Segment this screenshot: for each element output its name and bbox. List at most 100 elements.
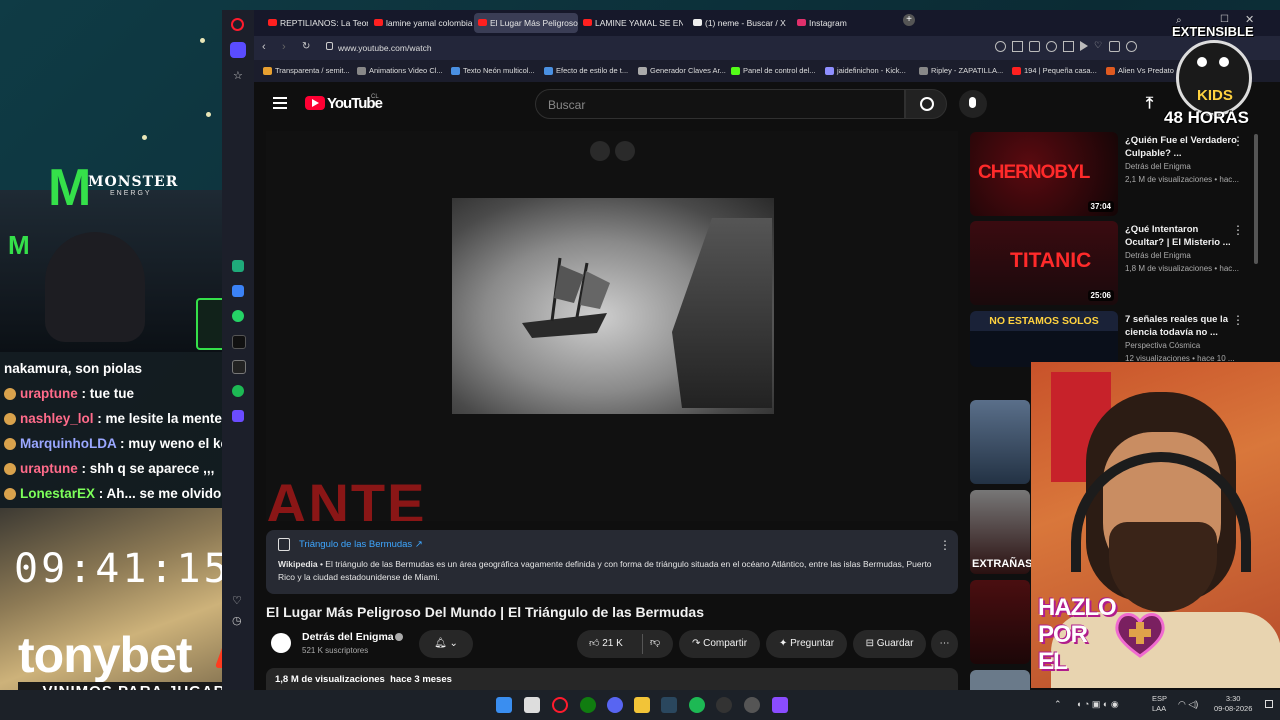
bookmark-item[interactable]: Animations Video Cl... [357,63,443,79]
zoom-icon[interactable] [995,41,1006,52]
video-thumbnail[interactable]: CHERNOBYL 37:04 [970,132,1118,216]
bookmark-item[interactable]: Texto Neón multicol... [451,63,535,79]
language-indicator[interactable]: ESP LAA [1152,694,1167,714]
more-options-icon[interactable]: ⋮ [1232,313,1244,327]
scrollbar[interactable] [1254,134,1258,264]
recommended-video[interactable]: CHERNOBYL 37:04 ¿Quién Fue el Verdadero … [970,132,1250,216]
bookmark-item[interactable]: Generador Claves Ar... [638,63,726,79]
tab-lamine-yamal[interactable]: lamine yamal colombia - [370,13,474,33]
video-thumbnail[interactable] [970,400,1030,484]
miniplayer-icon[interactable] [590,141,610,161]
obs-icon[interactable] [716,697,732,713]
file-explorer-icon[interactable] [634,697,650,713]
recommended-title[interactable]: ¿Qué Intentaron Ocultar? | El Misterio .… [1125,223,1240,249]
new-tab-icon[interactable]: + [903,14,915,26]
x-icon[interactable] [232,360,246,374]
recommended-channel[interactable]: Detrás del Enigma [1125,162,1191,171]
video-thumbnail[interactable]: EXTRAÑAS D [970,490,1044,574]
recommended-channel[interactable]: Perspectiva Cósmica [1125,341,1200,350]
bookmark-item[interactable]: Ripley - ZAPATILLA... [919,63,1003,79]
bookmark-item[interactable]: Efecto de estilo de t... [544,63,628,79]
menu-icon[interactable] [273,97,287,109]
player-icon[interactable] [232,410,244,422]
history-icon[interactable]: ◷ [232,614,242,627]
info-source[interactable]: Wikipedia [278,559,318,569]
whatsapp-icon[interactable] [232,310,244,322]
tab-reptilianos[interactable]: REPTILIANOS: La Teoría C [264,13,368,33]
tab-el-lugar[interactable]: El Lugar Más Peligroso De [474,13,578,33]
recommended-title[interactable]: ¿Quién Fue el Verdadero Culpable? ... [1125,134,1240,160]
bookmark-item[interactable]: Transparenta / semit... [263,63,350,79]
upload-icon[interactable]: ⤒ [1146,95,1153,113]
bookmark-item[interactable]: Panel de control del... [731,63,816,79]
autoplay-icon[interactable] [615,141,635,161]
channel-name[interactable]: Detrás del Enigma [302,631,394,643]
app-icon[interactable] [772,697,788,713]
search-button[interactable] [905,89,947,119]
play-icon[interactable] [1080,41,1088,51]
spotify-icon[interactable] [232,385,244,397]
extensions-icon[interactable] [1063,41,1074,52]
heart-outline-icon[interactable]: ♡ [1094,41,1103,50]
settings-gear-icon[interactable] [744,697,760,713]
opera-logo-icon[interactable] [231,18,244,31]
system-clock[interactable]: 3:30 09-08-2026 [1214,694,1252,714]
recommended-channel[interactable]: Detrás del Enigma [1125,251,1191,260]
star-icon[interactable]: ☆ [233,69,243,82]
steam-icon[interactable] [661,697,677,713]
discord-icon[interactable] [607,697,623,713]
home-icon[interactable] [230,42,246,58]
recommended-title[interactable]: 7 señales reales que la ciencia todavía … [1125,313,1240,339]
tiktok-icon[interactable] [232,335,246,349]
tray-chevron-icon[interactable]: ⌃ [1054,699,1062,710]
tab-x-search[interactable]: (1) neme - Buscar / X [689,13,793,33]
video-player[interactable]: ANTE [266,131,958,521]
start-menu-icon[interactable] [496,697,512,713]
profile-icon[interactable] [1126,41,1137,52]
more-actions-button[interactable]: ⋯ [931,630,958,658]
youtube-logo-icon[interactable] [305,96,325,110]
spotify-taskbar-icon[interactable] [689,697,705,713]
snapshot-icon[interactable] [1012,41,1023,52]
camera-icon[interactable] [1029,41,1040,52]
notifications-icon[interactable] [1265,700,1273,708]
recommended-video[interactable]: TITANIC 25:06 ¿Qué Intentaron Ocultar? |… [970,221,1250,305]
reload-icon[interactable]: ↻ [302,41,310,52]
bookmark-item[interactable]: jaidefinichon - Kick... [825,63,906,79]
recommended-video[interactable]: NO ESTAMOS SOLOS 7 señales reales que la… [970,311,1250,367]
wifi-volume-icons[interactable]: ◠ ◁) [1178,699,1198,710]
tray-icons[interactable]: ◖ ◔ ▣ ◐ ◉ [1076,699,1119,710]
video-thumbnail[interactable] [970,670,1030,690]
description-box[interactable]: 1,8 M de visualizaciones hace 3 meses [266,668,958,690]
video-thumbnail[interactable]: TITANIC 25:06 [970,221,1118,305]
back-icon[interactable]: ‹ [262,41,266,53]
opera-taskbar-icon[interactable] [552,697,568,713]
video-thumbnail[interactable]: NO ESTAMOS SOLOS [970,311,1118,367]
more-options-icon[interactable]: ⋮ [1232,134,1244,148]
messenger-icon[interactable] [232,285,244,297]
channel-avatar[interactable] [271,633,291,653]
download-icon[interactable] [1109,41,1120,52]
more-options-icon[interactable]: ⋮ [939,538,951,552]
dislike-icon[interactable]: 👎︎ [650,636,660,648]
shield-icon[interactable] [1046,41,1057,52]
save-button[interactable]: ⊟ Guardar [853,630,926,658]
info-panel-title[interactable]: Triángulo de las Bermudas ↗ [299,539,423,550]
heart-icon[interactable]: ♡ [232,594,242,607]
ask-button[interactable]: ✦ Preguntar [766,630,847,658]
tab-lamine-enam[interactable]: LAMINE YAMAL SE ENAM [579,13,683,33]
xbox-icon[interactable] [580,697,596,713]
more-options-icon[interactable]: ⋮ [1232,223,1244,237]
bookmark-item[interactable]: Alien Vs Predato [1106,63,1174,79]
forward-icon[interactable]: › [282,41,286,53]
voice-search-button[interactable] [959,90,987,118]
search-input[interactable]: Buscar [535,89,905,119]
tab-instagram[interactable]: Instagram [793,13,897,33]
task-view-icon[interactable] [524,697,540,713]
share-button[interactable]: ↷ Compartir [679,630,760,658]
url-input[interactable]: www.youtube.com/watch [338,39,958,57]
subscribe-bell-button[interactable]: 🔔︎ ⌄ [419,630,473,658]
video-thumbnail[interactable] [970,580,1030,664]
bookmark-item[interactable]: 194 | Pequeña casa... [1012,63,1097,79]
chatgpt-icon[interactable] [232,260,244,272]
